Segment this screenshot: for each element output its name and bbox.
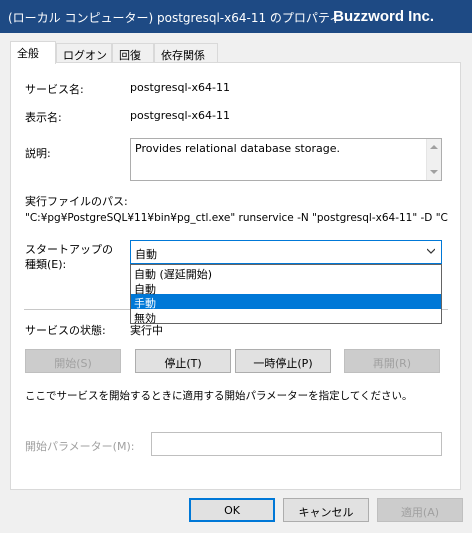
stop-button[interactable]: 停止(T) [135,349,231,373]
service-name-label: サービス名: [25,83,84,96]
startup-option-delayed[interactable]: 自動 (遅延開始) [131,265,441,281]
startup-option-manual[interactable]: 手動 [131,294,441,310]
chevron-down-icon [427,248,435,254]
startup-type-dropdown: 自動 (遅延開始) 自動 手動 無効 [130,264,442,325]
exe-path-clip: "C:¥pg¥PostgreSQL¥11¥bin¥pg_ctl.exe" run… [25,211,455,224]
description-text: Provides relational database storage. [135,142,340,155]
pause-button[interactable]: 一時停止(P) [235,349,331,373]
startup-type-select[interactable]: 自動 [130,240,442,264]
service-name-value: postgresql-x64-11 [130,81,230,94]
brand-label: Buzzword Inc. [333,8,434,25]
ok-button[interactable]: OK [189,498,275,522]
tab-recovery[interactable]: 回復 [112,43,154,63]
startup-type-selected: 自動 [135,248,157,261]
resume-button[interactable]: 再開(R) [344,349,440,373]
tab-general[interactable]: 全般 [10,41,56,64]
general-panel: サービス名: postgresql-x64-11 表示名: postgresql… [10,62,461,490]
display-name-label: 表示名: [25,111,62,124]
service-status-label: サービスの状態: [25,324,106,337]
scroll-down-icon[interactable] [430,170,438,174]
description-label: 説明: [25,147,51,160]
scroll-up-icon[interactable] [430,145,438,149]
tab-dependencies[interactable]: 依存関係 [154,43,218,63]
start-params-input[interactable] [151,432,442,456]
tab-logon[interactable]: ログオン [56,43,112,63]
title-bar: (ローカル コンピューター) postgresql-x64-11 のプロパティ … [0,0,472,33]
exe-path-label: 実行ファイルのパス: [25,195,128,208]
window-title: (ローカル コンピューター) postgresql-x64-11 のプロパティ [8,11,342,25]
startup-type-label-line1: スタートアップの [25,243,113,256]
start-params-label: 開始パラメーター(M): [25,440,135,453]
description-field[interactable]: Provides relational database storage. [130,138,442,181]
display-name-value: postgresql-x64-11 [130,109,230,122]
startup-type-label-line2: 種類(E): [25,258,67,271]
startup-option-disabled[interactable]: 無効 [131,309,441,325]
description-scrollbar[interactable] [426,139,441,180]
apply-button[interactable]: 適用(A) [377,498,463,522]
start-params-note: ここでサービスを開始するときに適用する開始パラメーターを指定してください。 [25,390,413,402]
exe-path-value: "C:¥pg¥PostgreSQL¥11¥bin¥pg_ctl.exe" run… [25,212,448,224]
cancel-button[interactable]: キャンセル [283,498,369,522]
start-button[interactable]: 開始(S) [25,349,121,373]
startup-option-auto[interactable]: 自動 [131,280,441,296]
